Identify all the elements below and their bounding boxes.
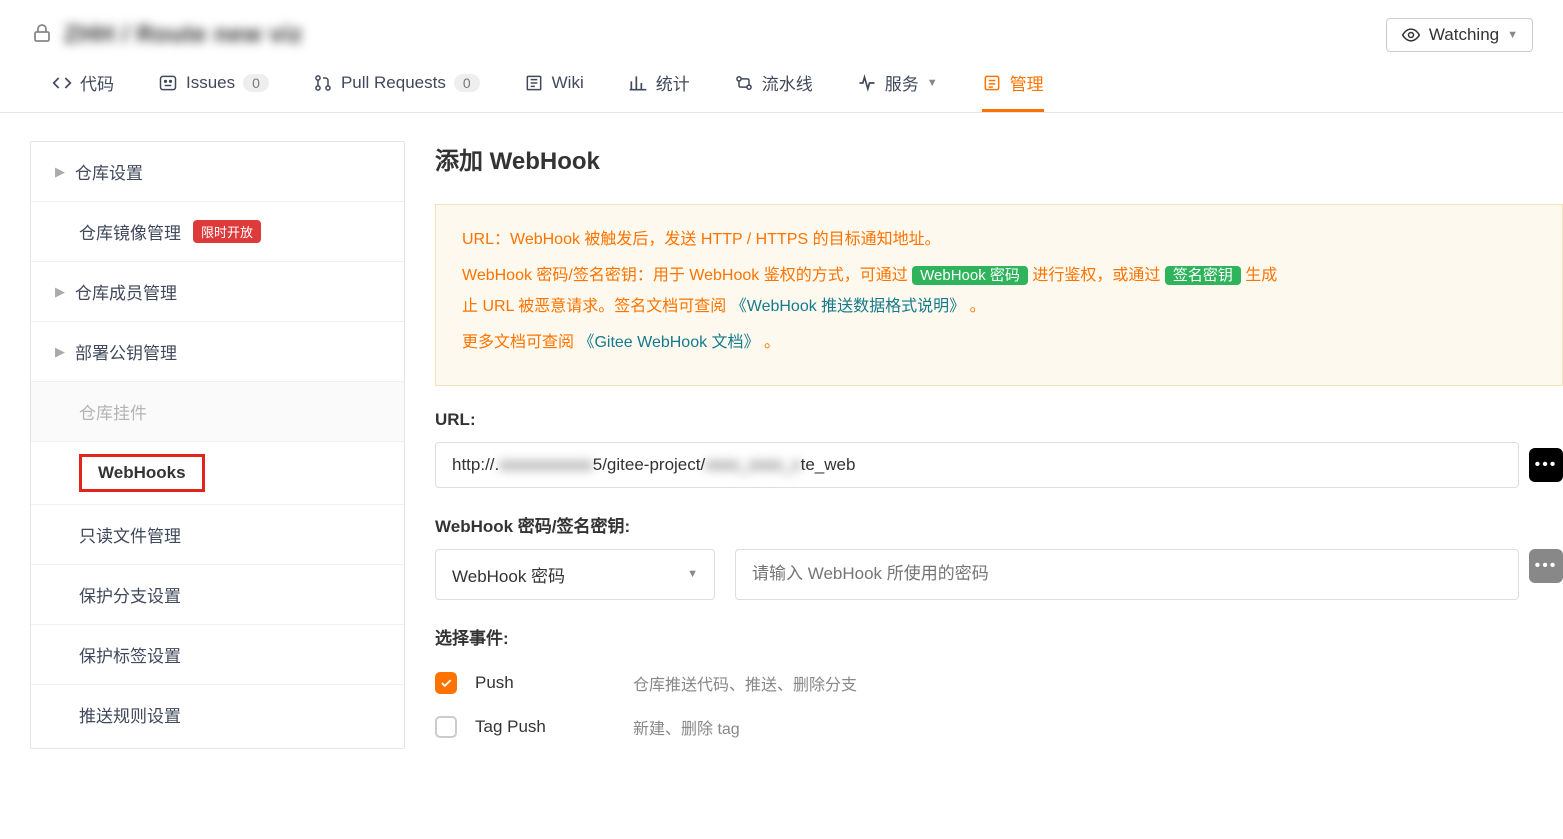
link-webhook-docs[interactable]: 《Gitee WebHook 文档》 (578, 334, 759, 351)
limited-badge: 限时开放 (193, 220, 261, 243)
events-label: 选择事件: (435, 624, 1563, 649)
event-label: Push (475, 673, 615, 693)
pr-count: 0 (454, 74, 480, 92)
url-extension-button[interactable]: ••• (1529, 448, 1563, 482)
sidebar-item-protected-tag[interactable]: 保护标签设置 (31, 625, 404, 685)
tab-pipeline[interactable]: 流水线 (734, 70, 813, 112)
repo-tabs: 代码 Issues 0 Pull Requests 0 Wiki 统计 流水线 … (0, 52, 1563, 113)
code-icon (52, 73, 72, 93)
event-desc: 仓库推送代码、推送、删除分支 (633, 671, 857, 695)
settings-icon (982, 73, 1002, 93)
url-input[interactable]: http://.xxxxxxxxxxx5/gitee-project/xxxx_… (435, 442, 1519, 488)
issues-count: 0 (243, 74, 269, 92)
event-row-tag-push: Tag Push 新建、删除 tag (435, 705, 1563, 749)
pr-icon (313, 73, 333, 93)
sidebar-item-readonly[interactable]: 只读文件管理 (31, 505, 404, 565)
info-notice: URL：WebHook 被触发后，发送 HTTP / HTTPS 的目标通知地址… (435, 204, 1563, 386)
chevron-right-icon: ▶ (55, 284, 65, 300)
sidebar-item-members[interactable]: ▶ 仓库成员管理 (31, 262, 404, 322)
event-desc: 新建、删除 tag (633, 715, 740, 739)
tab-issues[interactable]: Issues 0 (158, 70, 269, 112)
link-data-format[interactable]: 《WebHook 推送数据格式说明》 (731, 298, 965, 315)
auth-type-select[interactable]: WebHook 密码 ▼ (435, 549, 715, 600)
sign-key-tag: 签名密钥 (1165, 266, 1241, 285)
sidebar-item-deploy-keys[interactable]: ▶ 部署公钥管理 (31, 322, 404, 382)
eye-icon (1401, 25, 1421, 45)
webhook-pwd-tag: WebHook 密码 (912, 266, 1028, 285)
watching-dropdown[interactable]: Watching ▼ (1386, 18, 1533, 52)
caret-down-icon: ▼ (1507, 29, 1518, 41)
tab-pull-requests[interactable]: Pull Requests 0 (313, 70, 480, 112)
main-panel: 添加 WebHook URL：WebHook 被触发后，发送 HTTP / HT… (435, 141, 1563, 749)
caret-down-icon: ▼ (687, 568, 698, 580)
pwd-label: WebHook 密码/签名密钥: (435, 512, 1563, 537)
sidebar-item-push-rule[interactable]: 推送规则设置 (31, 685, 404, 744)
password-extension-button[interactable]: ••• (1529, 549, 1563, 583)
stats-icon (628, 73, 648, 93)
page-title: 添加 WebHook (435, 141, 1563, 176)
tab-wiki[interactable]: Wiki (524, 70, 584, 112)
tab-stats[interactable]: 统计 (628, 70, 690, 112)
chevron-right-icon: ▶ (55, 344, 65, 360)
repo-title: ZHH / Route new viz (64, 21, 303, 49)
settings-sidebar: ▶ 仓库设置 仓库镜像管理 限时开放 ▶ 仓库成员管理 ▶ 部署公钥管理 仓库挂… (30, 141, 405, 749)
book-icon (524, 73, 544, 93)
chevron-right-icon: ▶ (55, 164, 65, 180)
tab-manage[interactable]: 管理 (982, 70, 1044, 112)
caret-down-icon: ▼ (927, 77, 938, 89)
pulse-icon (857, 73, 877, 93)
sidebar-item-protected-branch[interactable]: 保护分支设置 (31, 565, 404, 625)
page-header: ZHH / Route new viz Watching ▼ (0, 0, 1563, 52)
event-label: Tag Push (475, 717, 615, 737)
tab-code[interactable]: 代码 (52, 70, 114, 112)
check-icon (439, 676, 453, 690)
url-label: URL: (435, 410, 1563, 430)
event-row-push: Push 仓库推送代码、推送、删除分支 (435, 661, 1563, 705)
sidebar-item-webhooks[interactable]: WebHooks (31, 442, 404, 505)
sidebar-item-repo-settings[interactable]: ▶ 仓库设置 (31, 142, 404, 202)
checkbox-tag-push[interactable] (435, 716, 457, 738)
issue-icon (158, 73, 178, 93)
lock-icon (30, 21, 54, 49)
sidebar-item-mirror[interactable]: 仓库镜像管理 限时开放 (31, 202, 404, 262)
tab-service[interactable]: 服务 ▼ (857, 70, 938, 112)
password-input[interactable] (735, 549, 1519, 600)
pipeline-icon (734, 73, 754, 93)
watching-label: Watching (1429, 25, 1499, 45)
checkbox-push[interactable] (435, 672, 457, 694)
sidebar-item-plugin[interactable]: 仓库挂件 (31, 382, 404, 442)
